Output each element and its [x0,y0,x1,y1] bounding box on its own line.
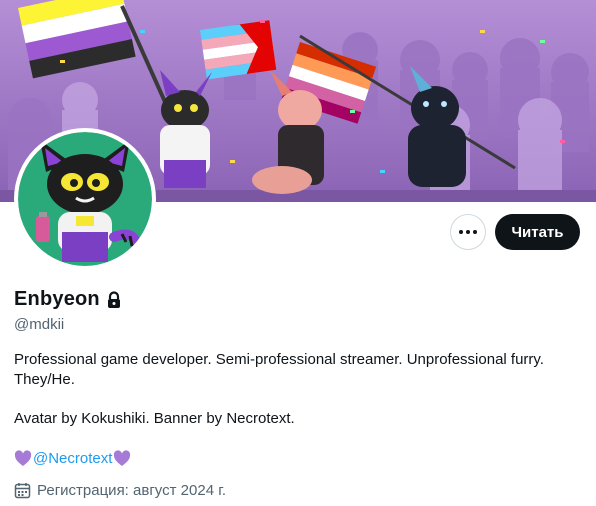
profile-avatar[interactable] [14,128,156,270]
display-name: Enbyeon [14,288,100,310]
avatar-image [18,132,152,266]
user-handle: @mdkii [14,316,65,333]
lock-icon [107,290,120,308]
bio-text-line2: They/He. [14,371,75,388]
joined-date-row: Регистрация: август 2024 г. [14,482,226,499]
bio-text-credits: Avatar by Kokushiki. Banner by Necrotext… [14,410,295,427]
more-horizontal-icon [459,230,477,234]
purple-heart-icon [14,450,32,466]
follow-button[interactable]: Читать [495,214,580,250]
bio-text-line1: Professional game developer. Semi-profes… [14,351,544,368]
name-row: Enbyeon [14,288,122,311]
calendar-icon [14,483,31,499]
mention-link[interactable]: @Necrotext [33,450,112,467]
purple-heart-icon [114,450,131,466]
bio-mention-row: @Necrotext [14,450,131,467]
more-options-button[interactable] [450,214,486,250]
joined-date-text: Регистрация: август 2024 г. [37,482,227,499]
